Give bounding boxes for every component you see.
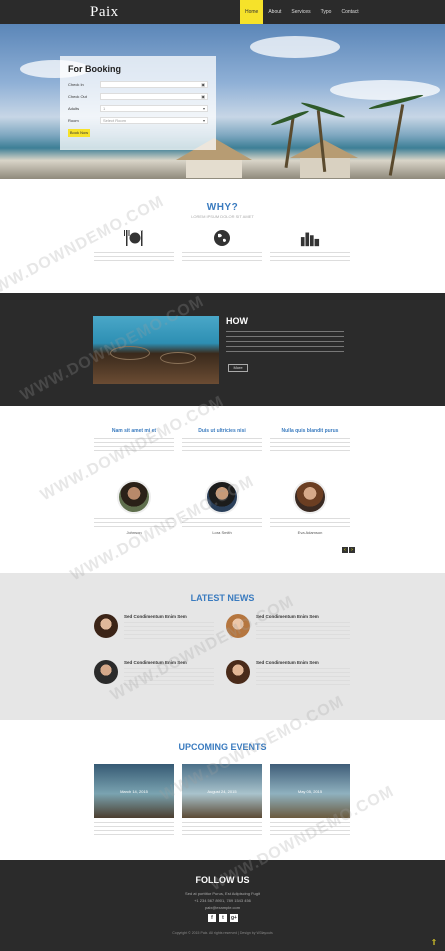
main-nav: Home About Services Typo Contact (240, 0, 364, 24)
news-item[interactable]: Sed Condimentum Enim Sem (94, 614, 214, 640)
next-arrow-icon[interactable]: › (349, 547, 355, 553)
room-select[interactable]: Select Room ▾ (100, 117, 208, 124)
back-to-top-icon[interactable]: ⇑ (429, 939, 439, 947)
event-card[interactable]: March 14, 2015 (94, 764, 174, 836)
facebook-icon[interactable]: f (208, 914, 216, 922)
check-in-label: Check In (68, 82, 84, 87)
chevron-down-icon[interactable]: ▾ (203, 106, 205, 112)
team-member-name: Eva Adamson (297, 530, 323, 535)
how-text (226, 331, 344, 355)
team-member: Eva Adamson (270, 480, 350, 535)
why-item-text (182, 252, 262, 264)
event-date: May 05, 2015 (297, 788, 323, 794)
room-label: Room (68, 118, 79, 123)
team-member-bio (270, 518, 350, 527)
avatar (293, 480, 327, 514)
why-item (270, 228, 350, 264)
feature-column: Nulla quis blandit purus (270, 428, 350, 452)
feature-column-title: Nulla quis blandit purus (281, 428, 339, 434)
check-in-input[interactable]: ▣ (100, 81, 208, 88)
adults-label: Adults (68, 106, 80, 111)
feature-column-text (270, 438, 350, 452)
top-navbar (0, 0, 445, 24)
calendar-icon[interactable]: ▣ (201, 94, 205, 100)
booking-title: For Booking (68, 64, 121, 74)
news-item[interactable]: Sed Condimentum Enim Sem (226, 660, 350, 686)
news-item-text (256, 622, 350, 640)
nav-about[interactable]: About (263, 0, 286, 24)
news-item-title[interactable]: Sed Condimentum Enim Sem (256, 660, 350, 665)
check-out-row: Check Out ▣ (68, 92, 208, 101)
avatar (117, 480, 151, 514)
booking-form: For Booking Check In ▣ Check Out ▣ Adult… (60, 56, 216, 150)
why-item-text (270, 252, 350, 264)
news-thumb (94, 660, 118, 684)
chevron-down-icon[interactable]: ▾ (203, 118, 205, 124)
footer-email[interactable]: paix@example.com (0, 905, 445, 910)
more-button[interactable]: More (228, 364, 248, 372)
event-text (182, 822, 262, 836)
calendar-icon[interactable]: ▣ (201, 82, 205, 88)
site-logo[interactable]: Paix (90, 4, 119, 21)
book-now-button[interactable]: Book Now (68, 129, 90, 137)
check-out-input[interactable]: ▣ (100, 93, 208, 100)
why-item-text (94, 252, 174, 264)
social-links: f t g+ (208, 914, 238, 922)
news-item-title[interactable]: Sed Condimentum Enim Sem (124, 614, 214, 619)
why-subtitle: LOREM IPSUM DOLOR SIT AMET (191, 214, 254, 219)
copyright: Copyright © 2015 Paix. All rights reserv… (172, 931, 273, 935)
feature-column-text (182, 438, 262, 452)
how-section (0, 293, 445, 406)
globe-icon (212, 228, 232, 248)
team-member-name: Lora Smith (212, 530, 232, 535)
news-thumb (94, 614, 118, 638)
event-date: March 14, 2015 (120, 788, 148, 794)
event-date: August 24, 2015 (207, 788, 237, 794)
news-thumb (226, 660, 250, 684)
footer-phone: +1 234 567 8901, 789 1543 456 (194, 898, 251, 903)
check-in-row: Check In ▣ (68, 80, 208, 89)
prev-arrow-icon[interactable]: ‹ (342, 547, 348, 553)
feature-column-title: Duis ut ultricies nisi (198, 428, 246, 434)
news-title: LATEST NEWS (190, 593, 255, 603)
news-item-text (256, 668, 350, 686)
adults-select[interactable]: 1 ▾ (100, 105, 208, 112)
cloud (330, 80, 440, 100)
why-title: WHY? (206, 202, 239, 213)
event-text (94, 822, 174, 836)
city-icon (300, 228, 320, 248)
why-item (182, 228, 262, 264)
nav-typo[interactable]: Typo (316, 0, 337, 24)
check-out-label: Check Out (68, 94, 87, 99)
restaurant-icon (124, 228, 144, 248)
nav-services[interactable]: Services (286, 0, 315, 24)
room-row: Room Select Room ▾ (68, 116, 208, 125)
hut (186, 160, 242, 178)
adults-row: Adults 1 ▾ (68, 104, 208, 113)
cloud (250, 36, 340, 58)
events-title: UPCOMING EVENTS (178, 742, 267, 752)
feature-column: Duis ut ultricies nisi (182, 428, 262, 452)
nav-contact[interactable]: Contact (336, 0, 363, 24)
twitter-icon[interactable]: t (219, 914, 227, 922)
how-title: HOW (226, 316, 248, 326)
table-shape (160, 352, 196, 364)
google-plus-icon[interactable]: g+ (230, 914, 238, 922)
news-item-text (124, 622, 214, 640)
nav-home[interactable]: Home (240, 0, 264, 24)
